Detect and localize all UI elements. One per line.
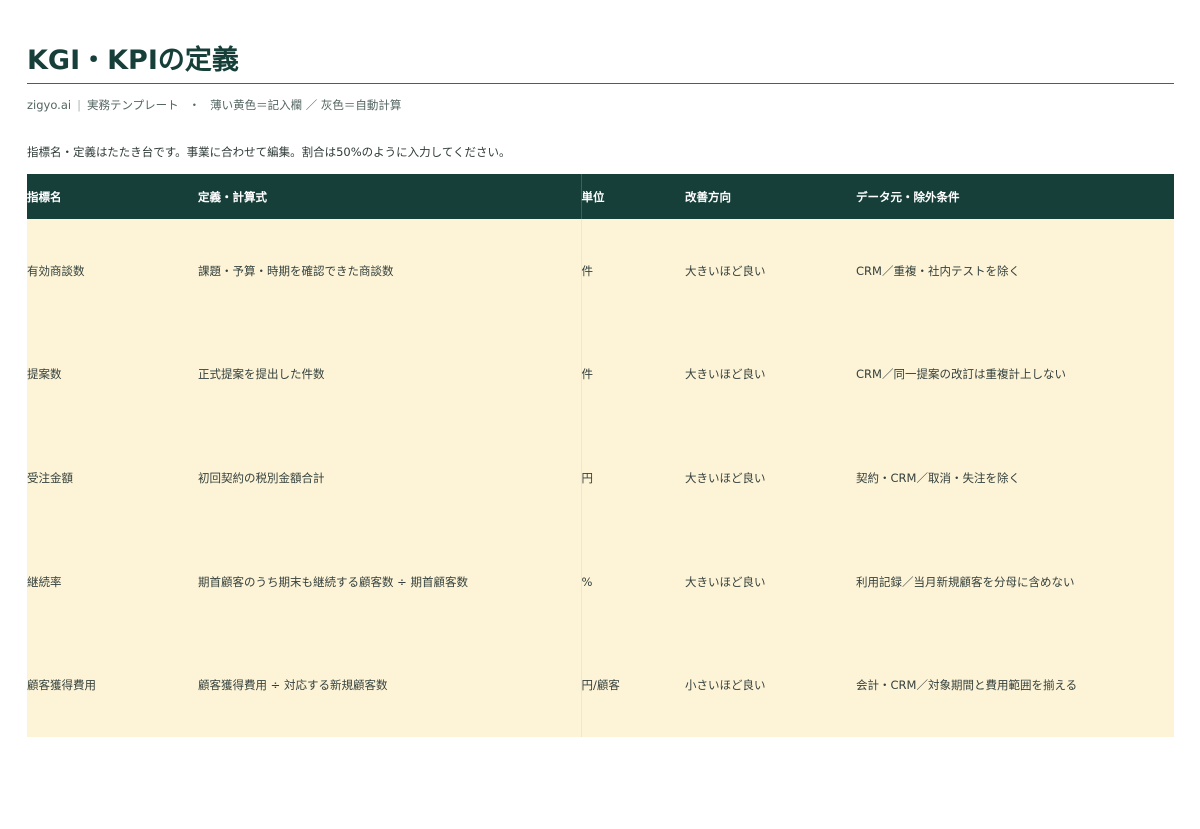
definition-cell[interactable]: 初回契約の税別金額合計 bbox=[198, 426, 581, 530]
source-cell[interactable]: CRM／重複・社内テストを除く bbox=[856, 219, 1174, 323]
header-source: データ元・除外条件 bbox=[856, 174, 1174, 219]
unit-cell[interactable]: 件 bbox=[580, 322, 685, 427]
metric-name-cell[interactable]: 継続率 bbox=[27, 529, 198, 634]
title-divider bbox=[27, 83, 1174, 84]
meta-dot: ・ bbox=[188, 98, 201, 112]
definition-cell[interactable]: 期首顧客のうち期末も継続する顧客数 ÷ 期首顧客数 bbox=[198, 529, 581, 634]
metric-name-cell[interactable]: 提案数 bbox=[27, 322, 198, 427]
unit-cell[interactable]: 件 bbox=[580, 219, 685, 323]
meta-line: zigyo.ai | 実務テンプレート・薄い黄色＝記入欄 ／ 灰色＝自動計算 bbox=[27, 97, 401, 113]
unit-cell[interactable]: 円/顧客 bbox=[580, 633, 685, 737]
metric-name-cell[interactable]: 受注金額 bbox=[27, 426, 198, 530]
table-row: 有効商談数 課題・予算・時期を確認できた商談数 件 大きいほど良い CRM／重複… bbox=[27, 219, 1174, 323]
definition-cell[interactable]: 顧客獲得費用 ÷ 対応する新規顧客数 bbox=[198, 633, 581, 737]
kpi-definition-table: 指標名 定義・計算式 単位 改善方向 データ元・除外条件 有効商談数 課題・予算… bbox=[27, 174, 1174, 737]
table-row: 提案数 正式提案を提出した件数 件 大きいほど良い CRM／同一提案の改訂は重複… bbox=[27, 322, 1174, 427]
page-title: KGI・KPIの定義 bbox=[27, 45, 239, 76]
meta-separator: | bbox=[77, 98, 81, 112]
instruction-note: 指標名・定義はたたき台です。事業に合わせて編集。割合は50%のように入力してくだ… bbox=[27, 145, 511, 159]
color-legend: 薄い黄色＝記入欄 ／ 灰色＝自動計算 bbox=[210, 98, 402, 112]
table-header-row: 指標名 定義・計算式 単位 改善方向 データ元・除外条件 bbox=[27, 174, 1174, 219]
source-cell[interactable]: 会計・CRM／対象期間と費用範囲を揃える bbox=[856, 633, 1174, 737]
unit-cell[interactable]: % bbox=[580, 529, 685, 634]
header-direction: 改善方向 bbox=[685, 174, 856, 219]
template-label: 実務テンプレート bbox=[86, 98, 179, 112]
direction-cell[interactable]: 大きいほど良い bbox=[685, 426, 856, 530]
source-cell[interactable]: CRM／同一提案の改訂は重複計上しない bbox=[856, 322, 1174, 427]
unit-cell[interactable]: 円 bbox=[580, 426, 685, 530]
header-metric-name: 指標名 bbox=[27, 174, 198, 219]
source-cell[interactable]: 利用記録／当月新規顧客を分母に含めない bbox=[856, 529, 1174, 634]
table-row: 顧客獲得費用 顧客獲得費用 ÷ 対応する新規顧客数 円/顧客 小さいほど良い 会… bbox=[27, 633, 1174, 737]
header-unit: 単位 bbox=[580, 174, 685, 219]
direction-cell[interactable]: 小さいほど良い bbox=[685, 633, 856, 737]
metric-name-cell[interactable]: 有効商談数 bbox=[27, 219, 198, 323]
header-definition: 定義・計算式 bbox=[198, 174, 581, 219]
direction-cell[interactable]: 大きいほど良い bbox=[685, 322, 856, 427]
brand-label: zigyo.ai bbox=[27, 98, 72, 112]
direction-cell[interactable]: 大きいほど良い bbox=[685, 529, 856, 634]
definition-cell[interactable]: 正式提案を提出した件数 bbox=[198, 322, 581, 427]
table-row: 継続率 期首顧客のうち期末も継続する顧客数 ÷ 期首顧客数 % 大きいほど良い … bbox=[27, 529, 1174, 634]
metric-name-cell[interactable]: 顧客獲得費用 bbox=[27, 633, 198, 737]
definition-cell[interactable]: 課題・予算・時期を確認できた商談数 bbox=[198, 219, 581, 323]
table-row: 受注金額 初回契約の税別金額合計 円 大きいほど良い 契約・CRM／取消・失注を… bbox=[27, 426, 1174, 530]
source-cell[interactable]: 契約・CRM／取消・失注を除く bbox=[856, 426, 1174, 530]
direction-cell[interactable]: 大きいほど良い bbox=[685, 219, 856, 323]
